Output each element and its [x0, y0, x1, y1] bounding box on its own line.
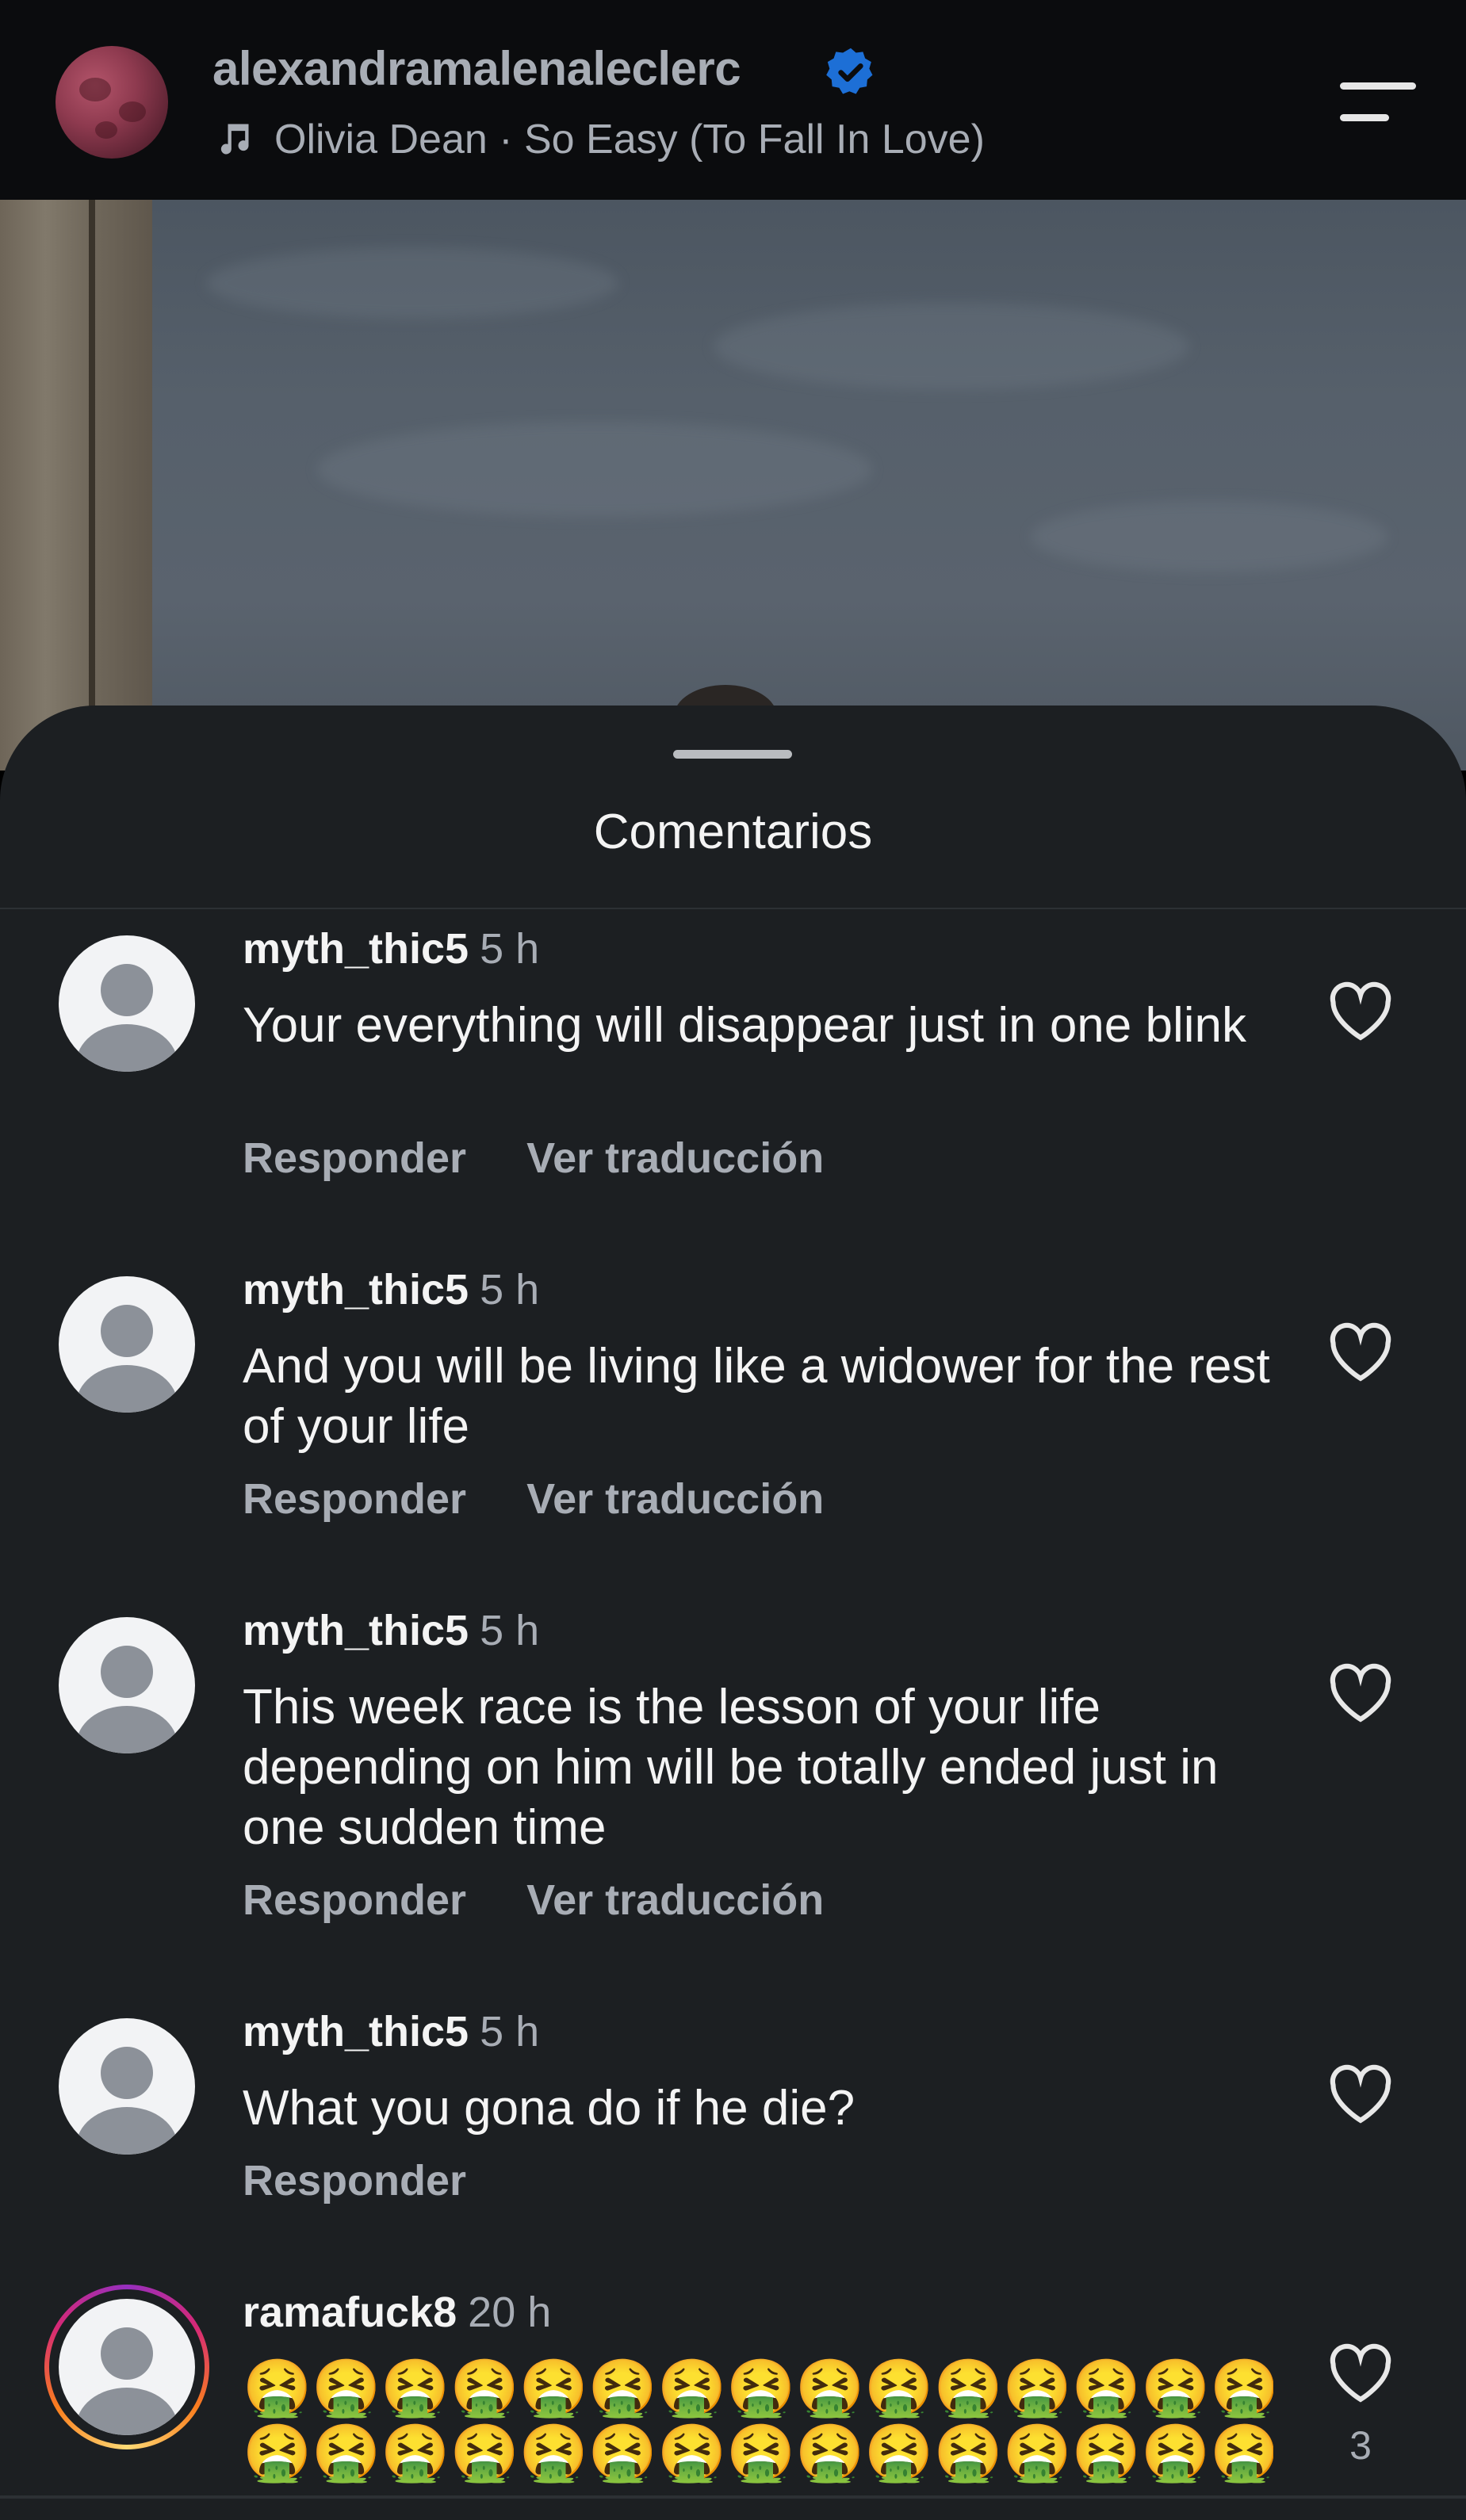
see-translation-button[interactable]: Ver traducción [526, 1876, 824, 1924]
comments-sheet: Comentarios [0, 706, 1466, 2520]
divider [0, 2495, 1466, 2499]
see-translation-button[interactable]: Ver traducción [526, 1475, 824, 1523]
drag-handle[interactable] [673, 750, 792, 759]
song-name[interactable]: Olivia Dean · So Easy (To Fall In Love) [274, 116, 985, 163]
emoji-text-line: 🤮🤮🤮🤮🤮🤮🤮🤮🤮🤮🤮🤮🤮🤮🤮 [243, 2422, 1273, 2484]
emoji-text-line: 🤮🤮🤮🤮🤮🤮🤮🤮🤮🤮🤮🤮🤮🤮🤮 [243, 2357, 1273, 2419]
comment-username[interactable]: myth_thic5 [243, 1266, 469, 1314]
heart-icon[interactable] [1327, 1663, 1394, 1723]
reply-button[interactable]: Responder [243, 2157, 466, 2205]
heart-icon[interactable] [1327, 2343, 1394, 2403]
comment-username[interactable]: myth_thic5 [243, 2008, 469, 2055]
comment-time: 5 h [480, 1266, 540, 1314]
comment-username[interactable]: myth_thic5 [243, 925, 469, 973]
avatar[interactable] [59, 935, 195, 1072]
divider [0, 908, 1466, 909]
heart-icon[interactable] [1327, 981, 1394, 1042]
reply-button[interactable]: Responder [243, 1134, 466, 1182]
see-translation-button[interactable]: Ver traducción [526, 1134, 824, 1182]
avatar[interactable] [59, 1617, 195, 1753]
heart-icon[interactable] [1327, 2064, 1394, 2124]
avatar[interactable] [59, 2018, 195, 2155]
menu-icon[interactable] [1340, 79, 1419, 127]
comment-text: And you will be living like a widower fo… [243, 1339, 1270, 1454]
comment-text: This week race is the lesson of your lif… [243, 1680, 1219, 1855]
avatar[interactable] [59, 1276, 195, 1413]
heart-icon[interactable] [1327, 1322, 1394, 1382]
reply-button[interactable]: Responder [243, 1876, 466, 1924]
profile-avatar[interactable] [56, 46, 168, 159]
video-background [0, 200, 1466, 771]
comment-time: 5 h [480, 1607, 540, 1654]
verified-badge-icon [826, 48, 873, 94]
sheet-title: Comentarios [593, 805, 873, 859]
comment-username[interactable]: ramafuck8 [243, 2289, 457, 2336]
top-bar: alexandramalenaleclerc Olivia Dean · So … [0, 0, 1466, 200]
profile-username[interactable]: alexandramalenaleclerc [212, 41, 741, 96]
comment-time: 5 h [480, 2008, 540, 2055]
music-note-icon [220, 124, 249, 155]
comment-time: 5 h [480, 925, 540, 973]
comment-username[interactable]: myth_thic5 [243, 1607, 469, 1654]
like-count: 3 [1349, 2423, 1372, 2468]
comment-text: What you gona do if he die? [243, 2081, 855, 2136]
avatar[interactable] [59, 2299, 195, 2435]
reply-button[interactable]: Responder [243, 1475, 466, 1523]
comment-text: Your everything will disappear just in o… [243, 998, 1247, 1053]
comment-time: 20 h [468, 2289, 552, 2336]
curtain [0, 200, 152, 771]
